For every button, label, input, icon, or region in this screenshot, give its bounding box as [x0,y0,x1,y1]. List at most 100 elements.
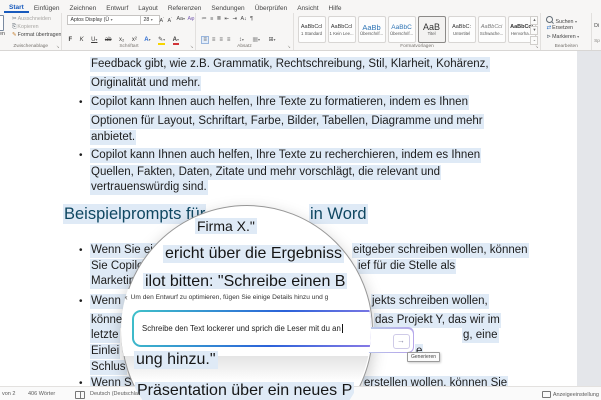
dialog-launcher-icon[interactable]: ↘ [56,44,59,49]
superscript-button[interactable]: x² [132,37,137,43]
word-count-status[interactable]: 406 Wörter [28,391,55,397]
strikethrough-button[interactable]: ab [105,37,112,43]
text-prediction-status[interactable]: Textvorhers [162,391,190,397]
tab-hilfe[interactable]: Hilfe [324,3,347,13]
bullet-list-button[interactable]: ≔ [201,16,208,22]
dictate-partial[interactable]: Di [594,23,599,29]
find-button[interactable]: Suchen ▾ [546,16,576,25]
font-size-combo[interactable]: 28 ▾ [140,15,160,25]
doc-text-fragment: eitgeber schreiben wollen, können [352,243,529,258]
doc-text-fragment: das Projekt Y, das wir im [374,313,501,328]
style-card--berschrif-[interactable]: AaBbCÜberschrif... [388,16,416,43]
style-preview: AaB [423,24,440,31]
paste-label: Einfügen [0,31,5,37]
bold-button[interactable]: F [68,37,72,43]
tab-layout[interactable]: Layout [133,3,163,13]
page-margin-strip [577,51,601,386]
text-effects-button[interactable]: A▾ [144,37,150,43]
tab-referenzen[interactable]: Referenzen [163,3,207,13]
underline-button[interactable]: U▾ [91,37,97,43]
ribbon-tabs: StartEinfügenZeichnenEntwurfLayoutRefere… [0,0,601,13]
dialog-launcher-icon[interactable]: ↘ [190,44,193,49]
style-name: Titel [428,31,436,36]
dialog-launcher-icon[interactable]: ↘ [535,44,538,49]
borders-button[interactable]: ⊞▾ [268,36,277,43]
doc-text-fragment: ief für die Stelle als [357,259,456,274]
tab-zeichnen[interactable]: Zeichnen [64,3,101,13]
display-settings-status[interactable]: Anzeigeeinstellung [542,391,599,398]
line-spacing-button[interactable]: ↕▾ [238,37,245,43]
style-card-titel[interactable]: AaBTitel [418,16,446,43]
doc-text-fragment: anbietet. [90,130,136,145]
ribbon-groups: Einfügen ✂Ausschneiden ⎘Kopieren ✎Format… [0,13,601,50]
style-name: 1 Standard [301,31,322,36]
select-button[interactable]: ⊳Markieren ▾ [546,34,579,40]
heading-right-fragment: in Word [309,204,368,224]
phonetic-button[interactable]: Aφ [187,16,194,22]
align-left-button[interactable]: ≡ [201,36,209,44]
multilevel-list-button[interactable]: ≣ [217,16,223,22]
style-preview: AaBbC [391,24,412,31]
group-editing: Suchen ▾ ⇄Ersetzen ⊳Markieren ▾ Bearbeit… [541,13,592,50]
style-name: Schwache... [480,31,503,36]
sort-button[interactable]: A↓ [240,16,248,22]
increase-indent-button[interactable]: ⇥ [233,16,239,22]
style-card-1-standard[interactable]: AaBbCcl1 Standard [298,16,326,43]
style-preview: AaBbCci [481,24,502,31]
tab-entwurf[interactable]: Entwurf [101,3,133,13]
style-card-untertitel[interactable]: AaBbC:Untertitel [448,16,476,43]
group-label-paragraph: Absatz [196,44,292,49]
decrease-indent-button[interactable]: ⇤ [225,16,231,22]
cut-button[interactable]: ✂Ausschneiden [12,16,51,22]
gallery-scroll: ▲▼⌄ [530,16,538,45]
style-card--berschrif-[interactable]: AaBbÜberschrif... [358,16,386,43]
doc-text-fragment: könne [90,313,123,328]
align-right-button[interactable]: ≡ [218,37,224,43]
bullet-glyph: • [79,294,83,309]
subscript-button[interactable]: x₂ [119,37,124,43]
format-painter-button[interactable]: ✎Format übertragen [12,32,61,38]
shrink-font-button[interactable]: Aˇ [167,16,172,24]
style-name: Überschrif... [390,31,413,36]
doc-text-fragment: Optionen für Layout, Schriftart, Farbe, … [90,114,484,129]
bullet-glyph: • [79,243,83,258]
send-arrow-button[interactable]: → [393,334,410,349]
tab-einfügen[interactable]: Einfügen [29,3,65,13]
paragraph-row1: ≔ ≡ ≣ ⇤ ⇥ A↓ ¶ [201,16,255,22]
numbered-list-button[interactable]: ≡ [210,16,215,22]
search-icon [546,16,553,23]
change-case-button[interactable]: Aa▾ [176,16,185,22]
tab-start[interactable]: Start [4,2,29,13]
doc-text-fragment: jekts schreiben wollen, [371,294,489,309]
style-preview: AaBb [362,24,380,31]
shading-button[interactable]: ▦▾ [251,36,261,43]
group-font: Aptos Display (Ü ▾ 28 ▾ Aˆ Aˇ Aa▾ Aφ F K… [62,13,196,50]
doc-text-fragment: Quellen, Fakten, Daten, Zitate und mehr … [90,165,441,180]
dialog-launcher-icon[interactable]: ↘ [287,44,290,49]
gallery-down-arrow[interactable]: ▼ [530,26,538,35]
bullet-glyph: • [79,95,83,110]
group-styles: AaBbCcl1 StandardAaBbCcl1 Kein Lee...AaB… [294,13,542,50]
tab-ansicht[interactable]: Ansicht [292,3,323,13]
gallery-up-arrow[interactable]: ▲ [530,16,538,25]
page-number-status[interactable]: von 2 [2,391,15,397]
brush-icon: ✎ [12,32,17,38]
language-status[interactable]: Deutsch (Deutschland) [90,391,146,397]
doc-text-fragment: Originalität und mehr. [90,76,201,91]
proofing-book-icon[interactable] [75,391,85,399]
style-card-1-kein-lee-[interactable]: AaBbCcl1 Kein Lee... [328,16,356,43]
scissors-icon: ✂ [12,16,17,22]
grow-font-button[interactable]: Aˆ [159,16,164,24]
font-name-combo[interactable]: Aptos Display (Ü ▾ [67,15,141,25]
replace-button[interactable]: ⇄Ersetzen [546,25,573,31]
generate-tooltip: Generieren [407,352,440,362]
align-center-button[interactable]: ≡ [211,37,217,43]
align-justify-button[interactable]: ≡ [226,37,232,43]
tab-sendungen[interactable]: Sendungen [206,3,249,13]
style-card-schwache-[interactable]: AaBbCciSchwache... [478,16,506,43]
pilcrow-button[interactable]: ¶ [250,16,253,22]
group-clipboard: Einfügen ✂Ausschneiden ⎘Kopieren ✎Format… [0,13,62,50]
copy-button[interactable]: ⎘Kopieren [12,24,39,31]
italic-button[interactable]: K [80,37,84,43]
tab-überprüfen[interactable]: Überprüfen [250,3,293,13]
